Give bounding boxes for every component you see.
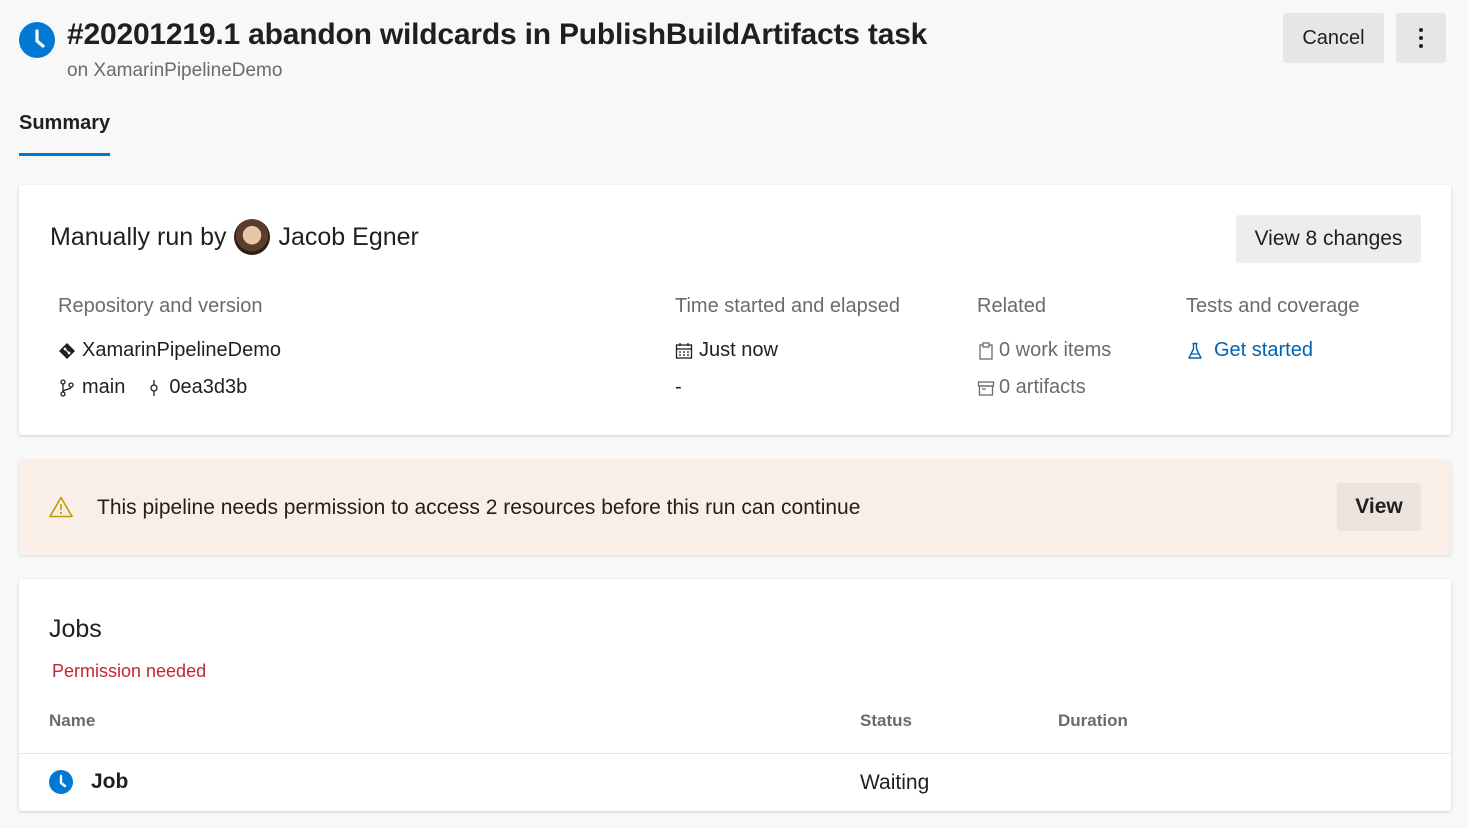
- repo-link[interactable]: XamarinPipelineDemo: [58, 332, 281, 369]
- column-header-name: Name: [49, 711, 96, 730]
- work-items-value: 0 work items: [999, 339, 1112, 361]
- permission-needed-label: Permission needed: [52, 661, 207, 681]
- time-elapsed-value: -: [675, 376, 682, 398]
- jobs-card: Jobs Permission needed Name Status Durat…: [19, 579, 1451, 811]
- time-elapsed: -: [675, 369, 900, 406]
- page-title: #20201219.1 abandon wildcards in Publish…: [67, 18, 928, 51]
- artifacts-value: 0 artifacts: [999, 376, 1086, 398]
- time-heading: Time started and elapsed: [675, 295, 900, 317]
- jobs-title: Jobs: [49, 615, 102, 643]
- version-line: main 0ea3d3b: [58, 369, 281, 406]
- clipboard-icon: [977, 341, 995, 360]
- run-by-label: Manually run by: [50, 222, 227, 251]
- more-vertical-icon: [1419, 28, 1423, 48]
- git-repo-icon: [58, 342, 76, 360]
- run-by: Manually run by Jacob Egner: [50, 219, 419, 255]
- avatar[interactable]: [234, 219, 271, 255]
- page-subtitle: on XamarinPipelineDemo: [67, 60, 283, 81]
- commit-icon: [145, 379, 163, 397]
- page-header: #20201219.1 abandon wildcards in Publish…: [19, 13, 1446, 88]
- related-heading: Related: [977, 295, 1046, 317]
- warning-icon: [49, 496, 73, 523]
- tab-summary[interactable]: Summary: [19, 112, 111, 156]
- time-started: Just now: [675, 332, 900, 369]
- tab-bar: Summary: [19, 112, 111, 156]
- repo-name: XamarinPipelineDemo: [82, 339, 281, 361]
- work-items-line: 0 work items: [977, 332, 1111, 369]
- related-column: Related 0 work items 0 artifacts: [977, 295, 1111, 406]
- summary-card: Manually run by Jacob Egner View 8 chang…: [19, 185, 1451, 435]
- cancel-button[interactable]: Cancel: [1283, 13, 1384, 63]
- repository-column: Repository and version XamarinPipelineDe…: [58, 295, 281, 406]
- clock-icon: [49, 770, 73, 794]
- column-header-status: Status: [860, 711, 912, 730]
- time-started-value: Just now: [699, 339, 778, 361]
- branch-name[interactable]: main: [82, 376, 125, 399]
- branch-icon: [58, 378, 76, 397]
- table-row[interactable]: Job Waiting: [19, 754, 1451, 811]
- permission-banner: This pipeline needs permission to access…: [19, 460, 1451, 555]
- clock-icon: [19, 22, 55, 58]
- user-name[interactable]: Jacob Egner: [278, 223, 418, 252]
- job-name: Job: [91, 770, 129, 793]
- job-status: Waiting: [860, 771, 930, 794]
- time-column: Time started and elapsed Just now -: [675, 295, 900, 406]
- tests-heading: Tests and coverage: [1186, 295, 1360, 317]
- artifacts-line: 0 artifacts: [977, 369, 1111, 406]
- repository-heading: Repository and version: [58, 295, 263, 317]
- get-started-label: Get started: [1214, 339, 1313, 361]
- artifact-icon: [977, 379, 995, 397]
- calendar-icon: [675, 342, 693, 360]
- banner-message: This pipeline needs permission to access…: [97, 496, 861, 519]
- view-changes-button[interactable]: View 8 changes: [1236, 215, 1421, 263]
- commit-id[interactable]: 0ea3d3b: [169, 376, 247, 399]
- column-header-duration: Duration: [1058, 711, 1128, 730]
- view-permissions-button[interactable]: View: [1337, 483, 1421, 531]
- more-actions-button[interactable]: [1396, 13, 1446, 63]
- flask-icon: [1186, 342, 1204, 360]
- get-started-link[interactable]: Get started: [1186, 332, 1359, 369]
- tests-column: Tests and coverage Get started: [1186, 295, 1359, 369]
